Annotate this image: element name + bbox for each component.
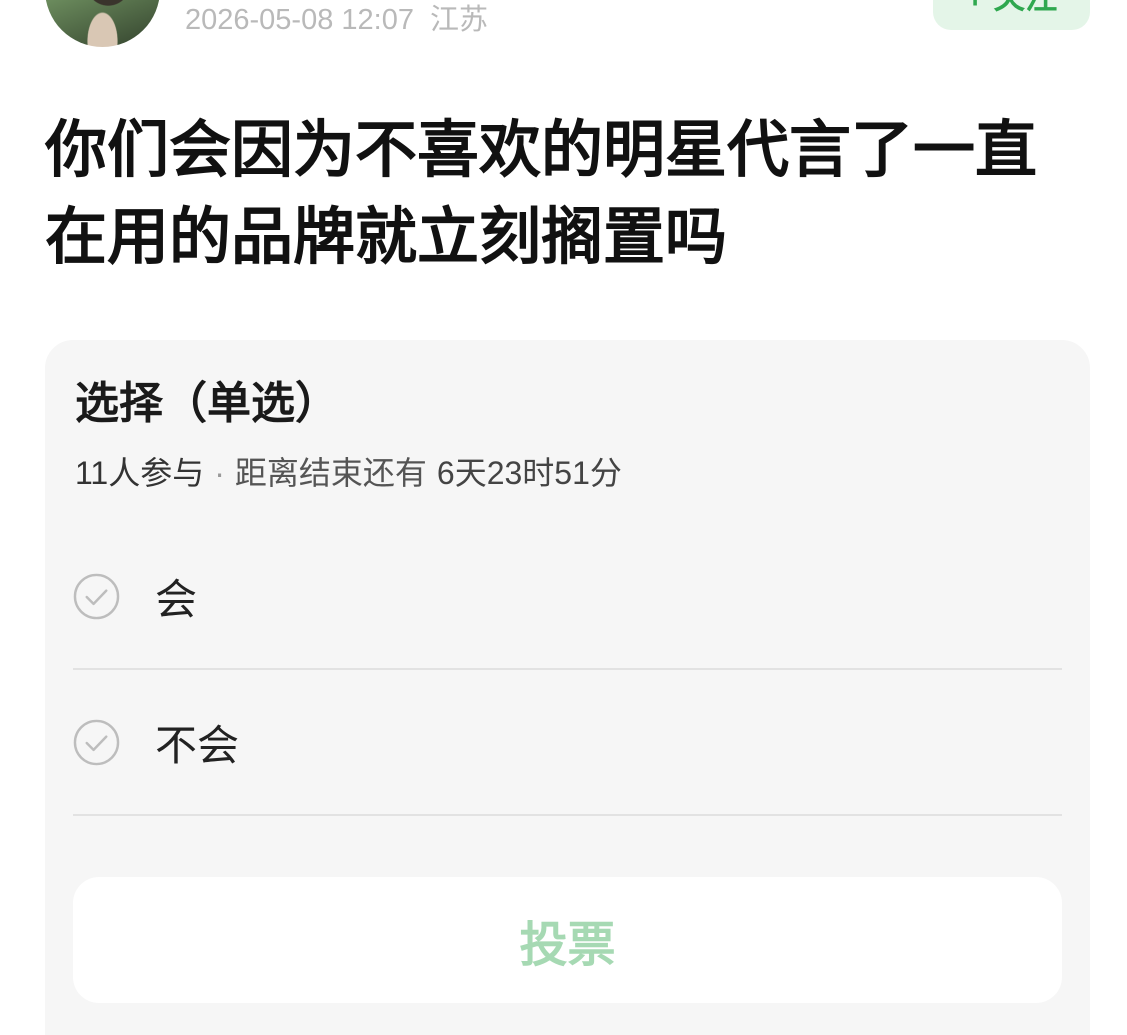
check-circle-icon[interactable] bbox=[73, 719, 120, 766]
follow-button[interactable]: + 关注 bbox=[933, 0, 1090, 30]
check-circle-icon[interactable] bbox=[73, 573, 120, 620]
poll-option-yes[interactable]: 会 bbox=[73, 525, 1062, 670]
poll-option-no[interactable]: 不会 bbox=[73, 670, 1062, 816]
vote-button[interactable]: 投票 bbox=[73, 877, 1062, 1003]
post-title: 你们会因为不喜欢的明星代言了一直在用的品牌就立刻搁置吗 bbox=[45, 116, 1038, 272]
poll-card: 选择（单选） 11人参与 · 距离结束还有 6天23时51分 会 不会 投票 bbox=[45, 340, 1090, 1035]
poll-participants: 11人参与 bbox=[75, 455, 205, 491]
post-meta: 2026-05-08 12:07 江苏 bbox=[185, 0, 488, 40]
post-location: 江苏 bbox=[429, 4, 488, 36]
check-circle-icon-graphic bbox=[73, 573, 120, 620]
poll-meta: 11人参与 · 距离结束还有 6天23时51分 bbox=[75, 451, 622, 495]
poll-countdown-value: 6天23时51分 bbox=[436, 455, 622, 491]
poll-countdown-label: 距离结束还有 bbox=[234, 455, 427, 491]
poll-heading: 选择（单选） bbox=[75, 379, 339, 428]
check-circle-icon-graphic bbox=[73, 719, 120, 765]
avatar[interactable] bbox=[45, 0, 160, 47]
post-timestamp: 2026-05-08 12:07 bbox=[185, 4, 414, 36]
poll-meta-separator: · bbox=[214, 455, 225, 491]
poll-option-label: 不会 bbox=[155, 721, 240, 769]
poll-option-label: 会 bbox=[155, 576, 198, 623]
